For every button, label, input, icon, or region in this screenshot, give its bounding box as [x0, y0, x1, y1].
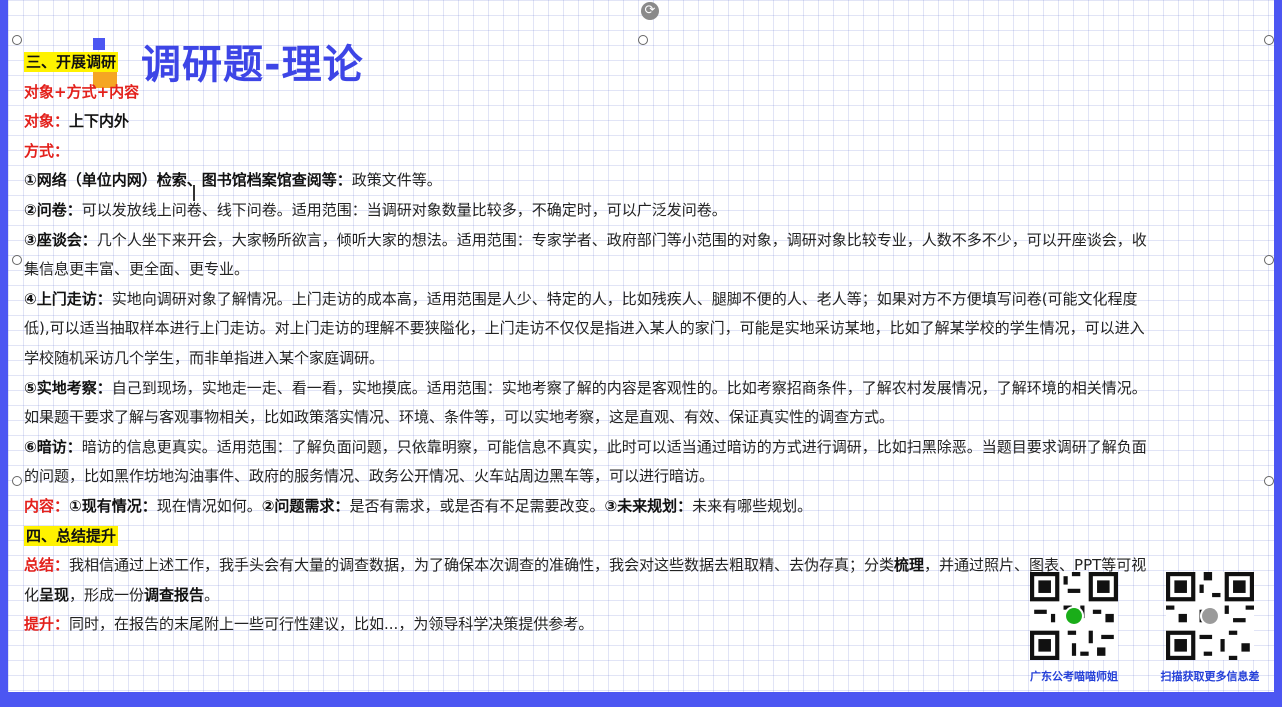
section-heading-4-text: 四、总结提升 — [24, 525, 119, 546]
summary-label: 总结： — [24, 556, 70, 575]
content-p2-text: 是否有需求，或是否有不足需要改变。 — [349, 496, 605, 515]
qr-code-1-label: 广东公考喵喵师姐 — [1030, 670, 1118, 683]
method-item-5-text: 自己到现场，实地走一走、看一看，实地摸底。适用范围：实地考察了解的内容是客观性的… — [111, 378, 1147, 397]
formula-text: 对象+方式+内容 — [24, 82, 140, 101]
resize-handle-left-lower[interactable] — [12, 476, 22, 486]
method-item-3: ③座谈会：几个人坐下来开会，大家畅所欲言，倾听大家的想法。适用范围：专家学者、政… — [24, 226, 1268, 256]
object-label: 对象： — [24, 112, 70, 131]
summary-bold-1: 梳理 — [894, 556, 925, 575]
method-item-5-label: ⑤实地考察： — [24, 378, 112, 397]
object-line: 对象：上下内外 — [24, 107, 1268, 137]
method-item-6-cont: 的问题，比如黑作坊地沟油事件、政府的服务情况、政务公开情况、火车站周边黑车等，可… — [24, 462, 1268, 492]
resize-handle-left[interactable] — [12, 255, 22, 265]
content-p3-text: 未来有哪些规划。 — [692, 496, 813, 515]
method-item-3-label: ③座谈会： — [24, 230, 97, 249]
method-item-4-text: 实地向调研对象了解情况。上门走访的成本高，适用范围是人少、特定的人，比如残疾人、… — [111, 289, 1138, 308]
text-cursor — [193, 185, 195, 201]
resize-handle-top-left[interactable] — [12, 35, 22, 45]
content-line: 内容：①现有情况：现在情况如何。②问题需求：是否有需求，或是否有不足需要改变。③… — [24, 492, 1268, 522]
section-heading-3: 三、开展调研 — [24, 48, 1268, 78]
method-item-5-text-cont: 如果题干要求了解与客观事物相关，比如政策落实情况、环境、条件等，可以实地考察，这… — [24, 408, 895, 427]
method-item-1-label: ①网络（单位内网）检索、图书馆档案馆查阅等： — [24, 171, 352, 190]
method-item-3-cont: 集信息更丰富、更全面、更专业。 — [24, 255, 1268, 285]
method-item-4-text-cont2: 学校随机采访几个学生，而非单指进入某个家庭调研。 — [24, 348, 385, 367]
method-item-6-text-cont: 的问题，比如黑作坊地沟油事件、政府的服务情况、政务公开情况、火车站周边黑车等，可… — [24, 467, 715, 486]
method-item-4-cont2: 学校随机采访几个学生，而非单指进入某个家庭调研。 — [24, 344, 1268, 374]
content-p1-text: 现在情况如何。 — [156, 496, 262, 515]
qr-code-2-label: 扫描获取更多信息差 — [1160, 670, 1260, 683]
method-label: 方式： — [24, 141, 70, 160]
method-line: 方式： — [24, 137, 1268, 167]
method-item-5-cont: 如果题干要求了解与客观事物相关，比如政策落实情况、环境、条件等，可以实地考察，这… — [24, 403, 1268, 433]
qr-code-2 — [1166, 572, 1254, 660]
avatar-icon — [1202, 608, 1218, 624]
method-item-4-label: ④上门走访： — [24, 289, 112, 308]
improve-label: 提升： — [24, 615, 70, 634]
section-heading-3-text: 三、开展调研 — [24, 52, 119, 72]
content-p3-label: ③未来规划： — [604, 496, 693, 515]
wechat-icon — [1066, 608, 1082, 624]
method-item-3-text-cont: 集信息更丰富、更全面、更专业。 — [24, 260, 250, 279]
formula-line: 对象+方式+内容 — [24, 78, 1268, 108]
qr-code-1 — [1030, 572, 1118, 660]
presentation-frame: ⟳ 调研题-理论 三、开展调研 对象+方式+内容 对象：上下内外 方式： ①网络… — [0, 0, 1282, 707]
method-item-6: ⑥暗访：暗访的信息更真实。适用范围：了解负面问题，只依靠明察，可能信息不真实，此… — [24, 433, 1268, 463]
method-item-3-text: 几个人坐下来开会，大家畅所欲言，倾听大家的想法。适用范围：专家学者、政府部门等小… — [96, 230, 1147, 249]
method-item-2-text: 可以发放线上问卷、线下问卷。适用范围：当调研对象数量比较多，不确定时，可以广泛发… — [81, 200, 727, 219]
resize-handle-top[interactable] — [638, 35, 648, 45]
summary-bold-3: 调查报告 — [144, 585, 205, 604]
method-item-4-cont: 低),可以适当抽取样本进行上门走访。对上门走访的理解不要狭隘化，上门走访不仅仅是… — [24, 314, 1268, 344]
method-item-4: ④上门走访：实地向调研对象了解情况。上门走访的成本高，适用范围是人少、特定的人，… — [24, 285, 1268, 315]
summary-text-3: 化 — [24, 585, 40, 604]
content-p2-label: ②问题需求： — [261, 496, 350, 515]
method-item-5: ⑤实地考察：自己到现场，实地走一走、看一看，实地摸底。适用范围：实地考察了解的内… — [24, 374, 1268, 404]
rotate-handle-icon[interactable]: ⟳ — [641, 2, 659, 20]
content-label: 内容： — [24, 496, 70, 515]
resize-handle-top-right[interactable] — [1264, 35, 1274, 45]
object-text: 上下内外 — [69, 112, 130, 131]
summary-text-5: 。 — [204, 585, 220, 604]
method-item-6-label: ⑥暗访： — [24, 437, 82, 456]
section-heading-4: 四、总结提升 — [24, 522, 1268, 552]
slide-content[interactable]: 三、开展调研 对象+方式+内容 对象：上下内外 方式： ①网络（单位内网）检索、… — [24, 48, 1268, 640]
summary-bold-2: 呈现 — [39, 585, 70, 604]
summary-text-4: ，形成一份 — [69, 585, 145, 604]
method-item-1: ①网络（单位内网）检索、图书馆档案馆查阅等：政策文件等。 — [24, 166, 1268, 196]
qr-code-block-2: 扫描获取更多信息差 — [1150, 572, 1270, 684]
method-item-2: ②问卷：可以发放线上问卷、线下问卷。适用范围：当调研对象数量比较多，不确定时，可… — [24, 196, 1268, 226]
method-item-2-label: ②问卷： — [24, 200, 82, 219]
improve-text: 同时，在报告的末尾附上一些可行性建议，比如...，为领导科学决策提供参考。 — [69, 615, 594, 634]
content-p1-label: ①现有情况： — [69, 496, 157, 515]
summary-text-1: 我相信通过上述工作，我手头会有大量的调查数据，为了确保本次调查的准确性，我会对这… — [69, 556, 895, 575]
method-item-4-text-cont: 低),可以适当抽取样本进行上门走访。对上门走访的理解不要狭隘化，上门走访不仅仅是… — [24, 319, 1145, 338]
qr-code-block-1: 广东公考喵喵师姐 — [1022, 572, 1126, 684]
method-item-1-text: 政策文件等。 — [351, 171, 442, 190]
method-item-6-text: 暗访的信息更真实。适用范围：了解负面问题，只依靠明察，可能信息不真实，此时可以适… — [81, 437, 1147, 456]
